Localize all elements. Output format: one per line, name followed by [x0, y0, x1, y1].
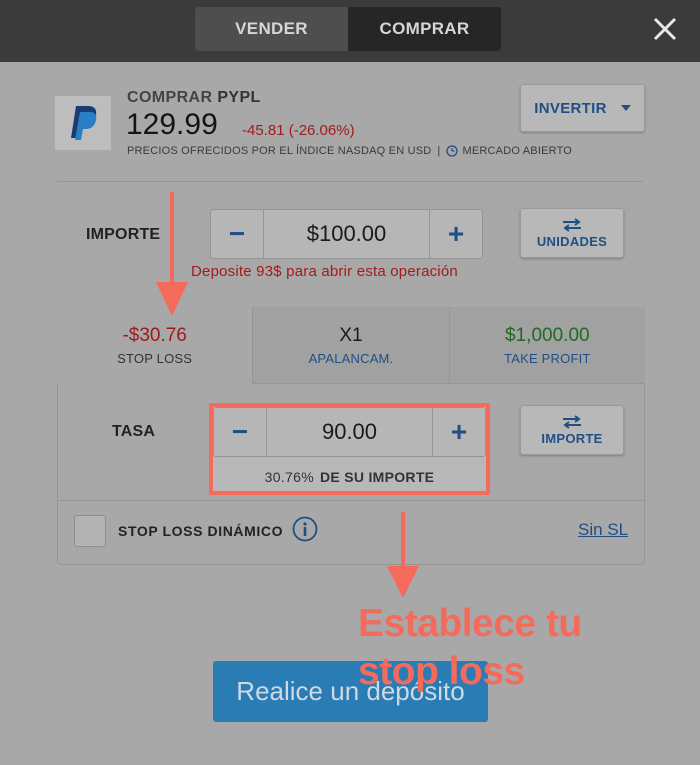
clock-icon	[446, 145, 459, 157]
amount-label: IMPORTE	[86, 226, 161, 243]
annotation-arrow-icon	[387, 512, 419, 598]
rate-increase-button[interactable]: +	[433, 408, 485, 456]
stop-loss-label: STOP LOSS	[117, 351, 193, 366]
dynamic-stop-loss-label: STOP LOSS DINÁMICO	[118, 523, 284, 539]
tab-take-profit[interactable]: $1,000.00 TAKE PROFIT	[448, 307, 645, 384]
rate-percent: 30.76%	[264, 468, 314, 485]
source-note: PRECIOS OFRECIDOS POR EL ÍNDICE NASDAQ E…	[127, 145, 432, 157]
dynamic-stop-loss-checkbox[interactable]	[74, 515, 106, 547]
rate-amount-label: IMPORTE	[541, 430, 603, 446]
rate-label: TASA	[112, 423, 156, 440]
stop-loss-value: -$30.76	[122, 325, 187, 346]
amount-increase-button[interactable]: +	[430, 210, 482, 258]
rate-input[interactable]: 90.00	[266, 408, 433, 456]
invert-label: INVERTIR	[534, 99, 607, 117]
amount-decrease-button[interactable]: −	[211, 210, 263, 258]
take-profit-label: TAKE PROFIT	[504, 350, 591, 366]
deposit-warning: Deposite 93$ para abrir esta operación	[191, 263, 458, 280]
instrument-title: COMPRAR PYPL	[127, 89, 261, 107]
sell-tab[interactable]: VENDER	[195, 7, 348, 51]
amount-input[interactable]: $100.00	[263, 210, 430, 258]
divider	[57, 181, 643, 182]
side-selector: VENDER COMPRAR	[195, 7, 501, 51]
invert-button[interactable]: INVERTIR	[520, 84, 645, 132]
tab-leverage[interactable]: X1 APALANCAM.	[252, 307, 449, 384]
divider	[58, 500, 644, 501]
rate-percent-note: 30.76% DE SU IMPORTE	[213, 462, 486, 491]
buy-tab[interactable]: COMPRAR	[348, 7, 501, 51]
action-label: COMPRAR	[127, 89, 213, 106]
leverage-label: APALANCAM.	[308, 350, 394, 366]
units-label: UNIDADES	[536, 233, 608, 249]
symbol-label: PYPL	[217, 89, 261, 106]
no-stop-loss-link[interactable]: Sin SL	[578, 520, 628, 540]
paypal-logo	[55, 96, 111, 150]
take-profit-value: $1,000.00	[505, 324, 590, 346]
rate-amount-button[interactable]: IMPORTE	[520, 405, 624, 455]
leverage-value: X1	[339, 324, 363, 346]
info-icon[interactable]	[292, 516, 318, 542]
close-icon[interactable]	[650, 14, 680, 44]
annotation-line: stop loss	[358, 649, 525, 693]
settings-tabs: -$30.76 STOP LOSS X1 APALANCAM. $1,000.0…	[57, 307, 645, 384]
market-status: MERCADO ABIERTO	[462, 145, 573, 157]
rate-percent-suffix: DE SU IMPORTE	[319, 468, 435, 485]
rate-decrease-button[interactable]: −	[214, 408, 266, 456]
annotation-line: Establece tu	[358, 602, 582, 645]
swap-icon	[563, 217, 581, 232]
amount-stepper: − $100.00 +	[210, 209, 483, 259]
price-source-info: PRECIOS OFRECIDOS POR EL ÍNDICE NASDAQ E…	[127, 145, 572, 157]
swap-icon	[563, 414, 581, 429]
annotation-arrow-icon	[156, 192, 188, 316]
units-button[interactable]: UNIDADES	[520, 208, 624, 258]
rate-stepper: − 90.00 +	[213, 407, 486, 457]
price-change: -45.81 (-26.06%)	[242, 122, 355, 139]
separator: |	[437, 145, 441, 157]
top-bar: VENDER COMPRAR	[0, 0, 700, 62]
chevron-down-icon	[620, 105, 631, 111]
annotation-text: Establece tu stop loss	[358, 600, 582, 695]
price: 129.99	[126, 108, 218, 141]
